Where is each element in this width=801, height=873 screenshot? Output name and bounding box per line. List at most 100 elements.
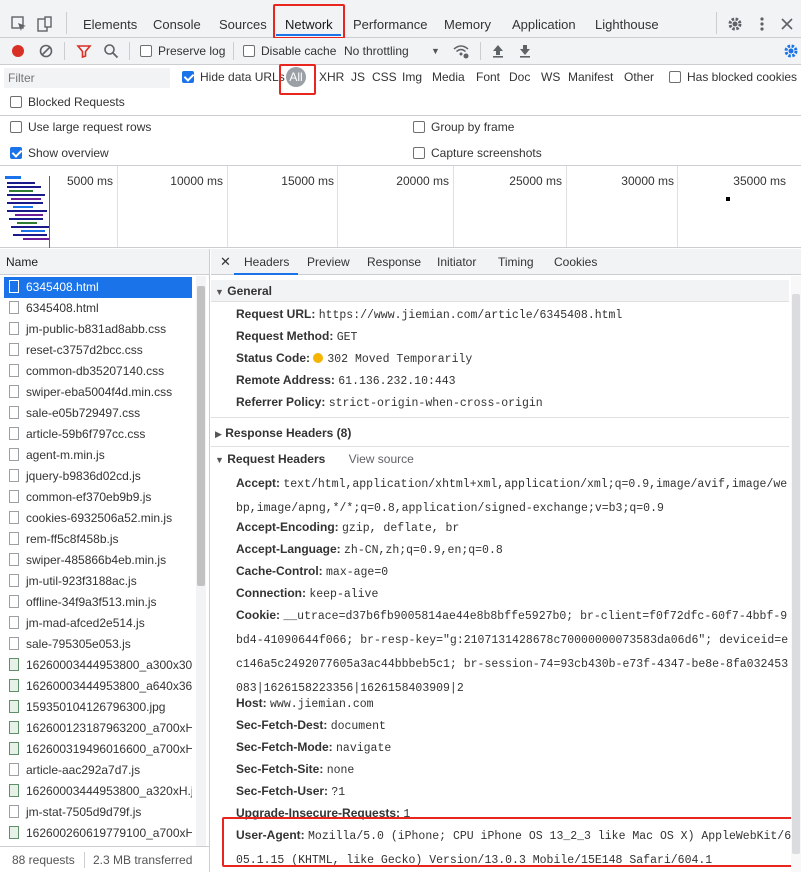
filter-type-xhr[interactable]: XHR bbox=[319, 70, 344, 84]
blocked-requests-checkbox[interactable] bbox=[10, 96, 22, 108]
header-value: ?1 bbox=[331, 786, 346, 799]
request-row[interactable]: jquery-b9836d02cd.js bbox=[4, 466, 192, 487]
request-row[interactable]: offline-34f9a3f513.min.js bbox=[4, 592, 192, 613]
filter-type-ws[interactable]: WS bbox=[541, 70, 560, 84]
request-row[interactable]: 162600260619779100_a700xH.j bbox=[4, 823, 192, 844]
status-bar: 88 requests 2.3 MB transferred bbox=[0, 846, 209, 872]
has-blocked-cookies-checkbox[interactable] bbox=[669, 71, 681, 83]
scrollbar-thumb[interactable] bbox=[197, 286, 205, 586]
request-row[interactable]: 16260003444953800_a300x300 bbox=[4, 655, 192, 676]
filter-type-other[interactable]: Other bbox=[624, 70, 654, 84]
tab-memory[interactable]: Memory bbox=[444, 0, 491, 38]
network-settings-gear-icon[interactable] bbox=[783, 43, 799, 59]
general-section-header[interactable]: ▼ General bbox=[211, 280, 789, 302]
record-icon[interactable] bbox=[10, 43, 26, 59]
hide-data-urls-checkbox[interactable] bbox=[182, 71, 194, 83]
request-row[interactable]: 6345408.html bbox=[4, 298, 192, 319]
filter-type-img[interactable]: Img bbox=[402, 70, 422, 84]
tab-lighthouse[interactable]: Lighthouse bbox=[595, 0, 659, 38]
request-name: offline-34f9a3f513.min.js bbox=[26, 595, 157, 609]
close-icon[interactable] bbox=[779, 16, 795, 32]
response-headers-section[interactable]: ▶ Response Headers (8) bbox=[211, 422, 789, 444]
header-row: Accept-Language: zh-CN,zh;q=0.9,en;q=0.8 bbox=[236, 538, 794, 562]
import-har-icon[interactable] bbox=[490, 43, 506, 59]
request-row[interactable]: swiper-eba5004f4d.min.css bbox=[4, 382, 192, 403]
file-icon bbox=[9, 427, 19, 440]
tab-application[interactable]: Application bbox=[512, 0, 576, 38]
tab-console[interactable]: Console bbox=[153, 0, 201, 38]
tab-headers[interactable]: Headers bbox=[244, 249, 289, 275]
device-toolbar-icon[interactable] bbox=[37, 16, 53, 32]
wifi-settings-icon[interactable] bbox=[453, 43, 469, 59]
active-detail-tab-indicator bbox=[234, 273, 298, 275]
more-options-icon[interactable] bbox=[754, 16, 770, 32]
request-row[interactable]: sale-795305e053.js bbox=[4, 634, 192, 655]
request-row[interactable]: reset-c3757d2bcc.css bbox=[4, 340, 192, 361]
view-source-link[interactable]: View source bbox=[349, 452, 414, 466]
tab-elements[interactable]: Elements bbox=[83, 0, 137, 38]
chevron-down-icon[interactable]: ▼ bbox=[431, 46, 440, 56]
request-row[interactable]: jm-stat-7505d9d79f.js bbox=[4, 802, 192, 823]
request-name: article-aac292a7d7.js bbox=[26, 763, 141, 777]
preserve-log-checkbox[interactable] bbox=[140, 45, 152, 57]
request-list-scrollbar[interactable] bbox=[196, 276, 206, 846]
request-row[interactable]: 6345408.html bbox=[4, 277, 192, 298]
request-name: jm-public-b831ad8abb.css bbox=[26, 322, 167, 336]
disable-cache-checkbox[interactable] bbox=[243, 45, 255, 57]
request-row[interactable]: agent-m.min.js bbox=[4, 445, 192, 466]
request-row[interactable]: common-db35207140.css bbox=[4, 361, 192, 382]
request-headers-section[interactable]: ▼ Request Headers View source bbox=[211, 448, 789, 470]
request-row[interactable]: sale-e05b729497.css bbox=[4, 403, 192, 424]
request-row[interactable]: common-ef370eb9b9.js bbox=[4, 487, 192, 508]
filter-type-font[interactable]: Font bbox=[476, 70, 500, 84]
request-row[interactable]: jm-util-923f3188ac.js bbox=[4, 571, 192, 592]
capture-screenshots-checkbox[interactable] bbox=[413, 147, 425, 159]
request-row[interactable]: 15935010412679630​0.jpg bbox=[4, 697, 192, 718]
request-row[interactable]: jm-mad-afced2e514.js bbox=[4, 613, 192, 634]
network-overview[interactable]: 5000 ms 10000 ms 15000 ms 20000 ms 25000… bbox=[0, 166, 801, 248]
request-row[interactable]: 16260003444953800_a640x364 bbox=[4, 676, 192, 697]
throttling-select[interactable]: No throttling bbox=[344, 44, 409, 58]
header-row: Cache-Control: max-age=0 bbox=[236, 560, 794, 584]
name-column-header[interactable]: Name bbox=[0, 249, 209, 275]
filter-type-js[interactable]: JS bbox=[351, 70, 365, 84]
request-row[interactable]: 162600123187963200_a700xH.j bbox=[4, 718, 192, 739]
filter-icon[interactable] bbox=[76, 43, 92, 59]
large-rows-checkbox[interactable] bbox=[10, 121, 22, 133]
header-row: Sec-Fetch-Site: none bbox=[236, 758, 794, 782]
request-row[interactable]: article-aac292a7d7.js bbox=[4, 760, 192, 781]
request-row[interactable]: 16260003444953800_a320xH.jp bbox=[4, 781, 192, 802]
request-row[interactable]: jm-public-b831ad8abb.css bbox=[4, 319, 192, 340]
request-detail-pane: ✕ Headers Preview Response Initiator Tim… bbox=[211, 249, 801, 872]
tab-sources[interactable]: Sources bbox=[219, 0, 267, 38]
request-row[interactable]: rem-ff5c8f458b.js bbox=[4, 529, 192, 550]
tab-response[interactable]: Response bbox=[367, 249, 421, 275]
request-row[interactable]: 162600319496016600_a700xH.j bbox=[4, 739, 192, 760]
header-key: Sec-Fetch-Dest: bbox=[236, 718, 328, 732]
filter-type-manifest[interactable]: Manifest bbox=[568, 70, 613, 84]
group-by-frame-checkbox[interactable] bbox=[413, 121, 425, 133]
detail-scrollbar[interactable] bbox=[791, 276, 801, 872]
request-row[interactable]: cookies-6932506a52.min.js bbox=[4, 508, 192, 529]
tab-preview[interactable]: Preview bbox=[307, 249, 350, 275]
inspect-element-icon[interactable] bbox=[11, 16, 27, 32]
tab-initiator[interactable]: Initiator bbox=[437, 249, 476, 275]
search-icon[interactable] bbox=[103, 43, 119, 59]
show-overview-checkbox[interactable] bbox=[10, 147, 22, 159]
scrollbar-thumb[interactable] bbox=[792, 294, 800, 854]
export-har-icon[interactable] bbox=[517, 43, 533, 59]
filter-type-doc[interactable]: Doc bbox=[509, 70, 530, 84]
timeline-gridline bbox=[566, 166, 567, 247]
request-row[interactable]: article-59b6f797cc.css bbox=[4, 424, 192, 445]
clear-icon[interactable] bbox=[38, 43, 54, 59]
tab-timing[interactable]: Timing bbox=[498, 249, 534, 275]
image-file-icon bbox=[9, 742, 19, 755]
close-icon[interactable]: ✕ bbox=[220, 254, 231, 270]
tab-performance[interactable]: Performance bbox=[353, 0, 427, 38]
tab-cookies[interactable]: Cookies bbox=[554, 249, 597, 275]
gear-icon[interactable] bbox=[727, 16, 743, 32]
request-row[interactable]: swiper-485866b4eb.min.js bbox=[4, 550, 192, 571]
filter-type-media[interactable]: Media bbox=[432, 70, 465, 84]
filter-type-css[interactable]: CSS bbox=[372, 70, 397, 84]
filter-input[interactable] bbox=[4, 68, 170, 88]
